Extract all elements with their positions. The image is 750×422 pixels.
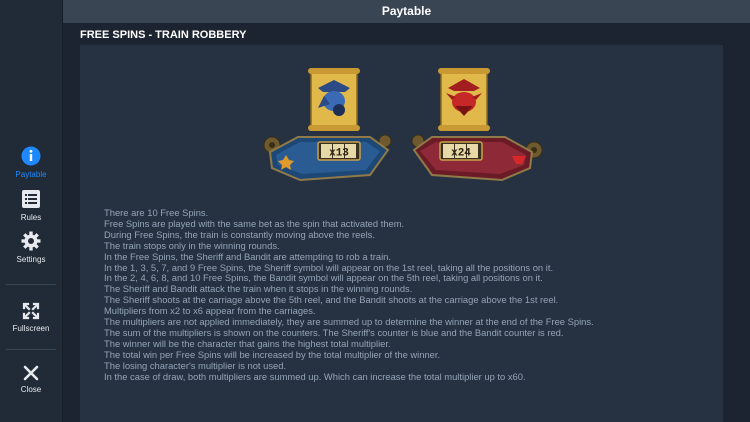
rule-paragraph: In the case of draw, both multipliers ar… xyxy=(104,370,526,382)
bandit-poster-image xyxy=(438,68,490,131)
rules-text: There are 10 Free Spins. Free Spins are … xyxy=(104,207,714,383)
sheriff-poster-image xyxy=(308,68,360,131)
sheriff-counter-value: x13 xyxy=(329,148,349,160)
sheriff-counter: x13 xyxy=(263,134,392,182)
bandit-counter: x24 xyxy=(411,134,543,182)
bandit-counter-value: x24 xyxy=(451,148,471,160)
rule-paragraph: In the Free Spins, the Sheriff and Bandi… xyxy=(104,250,391,262)
rule-paragraph: The losing character's multiplier is not… xyxy=(104,359,287,371)
rule-paragraph: The train stops only in the winning roun… xyxy=(104,239,280,251)
